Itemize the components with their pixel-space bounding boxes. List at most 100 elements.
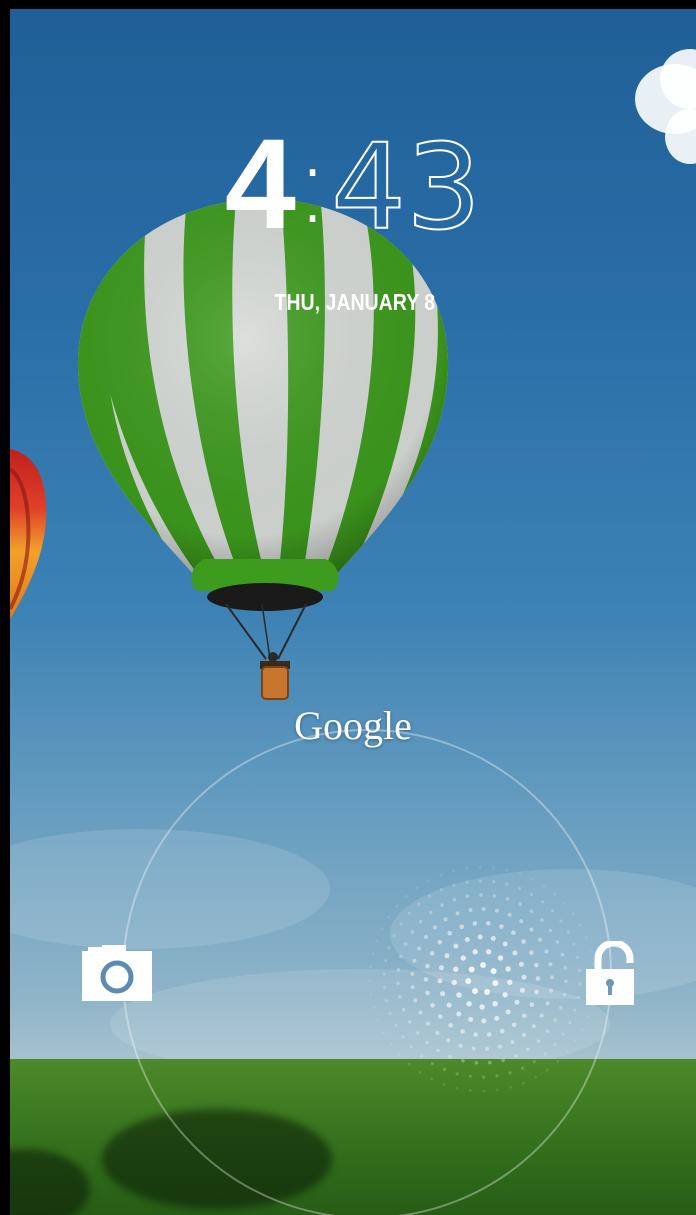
glow-dot [565, 1050, 569, 1054]
glow-dot [563, 966, 568, 970]
glow-dot [458, 1043, 463, 1048]
glow-dot [505, 897, 510, 901]
glow-dot [576, 995, 580, 999]
unlock-icon[interactable] [584, 941, 636, 1007]
glow-dot [566, 930, 570, 934]
glow-dot [511, 1022, 517, 1028]
glow-dot [534, 1076, 537, 1079]
glow-dot [428, 894, 432, 898]
glow-dot [555, 940, 560, 944]
glow-dot [455, 911, 460, 916]
screen-border-left [0, 0, 10, 1215]
glow-dot [401, 1035, 405, 1039]
clock-minutes: 43 [330, 118, 482, 256]
glow-dot [460, 955, 466, 961]
glow-dot [573, 1008, 577, 1012]
glow-dot [425, 963, 430, 969]
glow-dot [529, 927, 534, 932]
glow-dot [388, 1011, 392, 1015]
glow-dot [425, 990, 430, 996]
glow-dot [423, 977, 429, 982]
glow-dot [451, 979, 457, 986]
glow-dot [562, 993, 567, 997]
glow-dot [553, 892, 557, 896]
glow-dot [586, 1015, 589, 1019]
glow-dot [430, 1003, 435, 1008]
glow-dot [432, 925, 437, 930]
glow-dot [387, 915, 391, 919]
glow-dot [456, 992, 462, 998]
glow-dot [410, 930, 415, 934]
glow-dot [468, 908, 473, 912]
glow-dot [425, 1040, 429, 1045]
glow-dot [410, 972, 415, 976]
glow-dot [484, 989, 491, 995]
glow-dot [507, 979, 513, 985]
glow-dot [436, 1048, 440, 1053]
unlock-glow-dots [368, 865, 596, 1093]
glow-dot [382, 1031, 385, 1034]
glow-dot [382, 972, 386, 976]
glow-dot [514, 1054, 518, 1058]
glow-dot [430, 1062, 435, 1066]
glow-dot [505, 1009, 511, 1015]
glow-dot [502, 992, 508, 998]
glow-dot [497, 955, 504, 961]
glow-dot [492, 980, 499, 987]
glow-dot [496, 1088, 499, 1092]
glow-dot [559, 1006, 563, 1010]
glow-dot [443, 917, 448, 922]
glow-dot [482, 1089, 486, 1093]
glow-dot [500, 1028, 505, 1034]
glow-dot [368, 979, 372, 983]
glow-dot [556, 1060, 559, 1063]
glow-dot [521, 939, 526, 944]
glow-dot [418, 919, 423, 924]
glow-dot [519, 919, 524, 924]
glow-dot [402, 1008, 406, 1012]
glow-dot [410, 985, 415, 990]
glow-dot [407, 911, 411, 915]
glow-dot [372, 1006, 375, 1009]
glow-dot [511, 930, 516, 935]
glow-dot [492, 880, 496, 884]
glow-dot [512, 950, 518, 956]
glow-dot [550, 909, 555, 913]
glow-dot [380, 927, 384, 930]
glow-dot [534, 962, 539, 968]
glow-dot [481, 1018, 487, 1024]
glow-dot [479, 1004, 485, 1010]
glow-dot [448, 1023, 453, 1028]
glow-dot [578, 982, 582, 986]
glow-dot [417, 946, 422, 951]
lock-clock: 4:43 [10, 121, 696, 249]
glow-dot [576, 955, 580, 959]
glow-dot [481, 907, 486, 911]
camera-icon[interactable] [82, 945, 152, 1001]
glow-dot [540, 918, 544, 922]
glow-dot [572, 943, 576, 947]
glow-dot [526, 1047, 530, 1052]
glow-dot [498, 1044, 503, 1049]
glow-dot [369, 966, 372, 969]
glow-dot [545, 1001, 550, 1006]
glow-dot [469, 1089, 472, 1092]
glow-dot [419, 1054, 424, 1058]
glow-dot [371, 952, 375, 956]
glow-dot [452, 883, 456, 887]
glow-dot [539, 1013, 544, 1018]
glow-dot [538, 937, 542, 942]
balloon-image [77, 199, 449, 700]
glow-dot [440, 991, 446, 997]
clock-hours: 4 [224, 113, 296, 256]
glow-dot [508, 1071, 512, 1075]
glow-dot [529, 892, 534, 896]
glow-dot [453, 966, 459, 972]
glow-dot [553, 1043, 557, 1047]
glow-dot [536, 1039, 541, 1043]
glow-dot [455, 1086, 459, 1090]
glow-dot [395, 904, 399, 908]
glow-dot [472, 988, 478, 995]
glow-dot [428, 910, 433, 915]
glow-dot [392, 933, 396, 937]
